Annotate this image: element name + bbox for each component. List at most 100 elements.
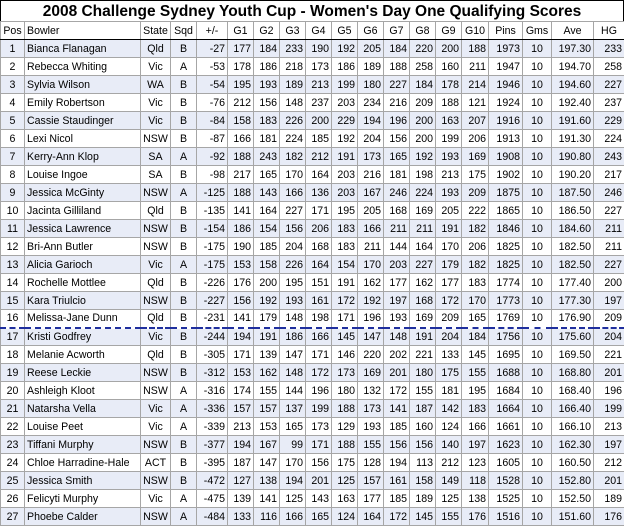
cell-g1: 177: [227, 39, 254, 58]
cell-bowler: Sylvia Wilson: [24, 75, 141, 94]
cell-g2: 157: [253, 399, 280, 418]
cell-pos: 20: [0, 381, 25, 400]
cell-g4: 185: [305, 129, 332, 148]
cell-gms: 10: [522, 147, 552, 166]
cell-g3: 218: [279, 57, 306, 76]
cell-sqd: A: [170, 147, 197, 166]
cell-pos: 9: [0, 183, 25, 202]
cell-g4: 237: [305, 93, 332, 112]
cell-g10: 118: [461, 471, 489, 490]
cell-g9: 170: [435, 237, 462, 256]
cell-bowler: Felicyti Murphy: [24, 489, 141, 508]
cell-gms: 10: [522, 345, 552, 364]
cell-g3: 99: [279, 435, 306, 454]
cell-gms: 10: [522, 39, 552, 58]
cell-g4: 200: [305, 111, 332, 130]
cell-g6: 132: [357, 381, 384, 400]
cell-g9: 213: [435, 165, 462, 184]
cell-hg: 176: [593, 507, 624, 526]
cell-plus-minus: -154: [196, 219, 228, 238]
cell-pins: 1825: [488, 237, 523, 256]
cell-g6: 193: [357, 417, 384, 436]
cell-pins: 1908: [488, 147, 523, 166]
cell-g1: 213: [227, 417, 254, 436]
cell-pos: 5: [0, 111, 25, 130]
cell-g1: 141: [227, 201, 254, 220]
cell-pins: 1623: [488, 435, 523, 454]
cell-pos: 7: [0, 147, 25, 166]
cell-g4: 164: [305, 165, 332, 184]
cell-g4: 161: [305, 291, 332, 310]
cell-sqd: B: [170, 471, 197, 490]
cell-ave: 168.80: [551, 363, 594, 382]
cell-g6: 196: [357, 309, 384, 329]
cell-sqd: B: [170, 165, 197, 184]
cell-g7: 202: [383, 345, 410, 364]
header-g3: G3: [279, 21, 306, 40]
cell-g8: 162: [409, 273, 436, 292]
cell-g5: 183: [331, 237, 358, 256]
cell-g1: 217: [227, 165, 254, 184]
cell-g4: 190: [305, 39, 332, 58]
cell-plus-minus: -475: [196, 489, 228, 508]
cell-g8: 191: [409, 327, 436, 346]
header-g5: G5: [331, 21, 358, 40]
cell-g1: 178: [227, 57, 254, 76]
cell-state: Vic: [140, 399, 171, 418]
cell-g2: 167: [253, 435, 280, 454]
cell-sqd: B: [170, 435, 197, 454]
cell-g5: 195: [331, 201, 358, 220]
table-row: 18 Melanie Acworth Qld B -305 171 139 147 171 146…: [0, 345, 624, 364]
cell-sqd: A: [170, 489, 197, 508]
cell-g9: 125: [435, 489, 462, 508]
cell-gms: 10: [522, 327, 552, 346]
cell-sqd: B: [170, 111, 197, 130]
sheet-title: 2008 Challenge Sydney Youth Cup - Women'…: [0, 0, 624, 21]
table-row: 17 Kristi Godfrey Vic B -244 194 191 186 166 145 1…: [0, 327, 624, 346]
cell-hg: 224: [593, 129, 624, 148]
cell-ave: 182.50: [551, 237, 594, 256]
cell-g2: 243: [253, 147, 280, 166]
cell-g8: 180: [409, 363, 436, 382]
cell-pins: 1605: [488, 453, 523, 472]
cell-g2: 179: [253, 309, 280, 329]
cell-g2: 155: [253, 381, 280, 400]
table-row: 4 Emily Robertson Vic B -76 212 156 148 237 203 23…: [0, 93, 624, 112]
cell-state: SA: [140, 147, 171, 166]
cell-ave: 184.60: [551, 219, 594, 238]
cell-ave: 177.30: [551, 291, 594, 310]
cell-pins: 1688: [488, 363, 523, 382]
cell-g5: 180: [331, 381, 358, 400]
cell-pins: 1916: [488, 111, 523, 130]
cell-g10: 184: [461, 327, 489, 346]
cell-state: NSW: [140, 237, 171, 256]
table-row: 27 Phoebe Calder NSW A -484 133 116 166 165 124 16…: [0, 507, 624, 526]
cell-bowler: Lexi Nicol: [24, 129, 141, 148]
cell-g2: 193: [253, 75, 280, 94]
cell-pos: 12: [0, 237, 25, 256]
cell-g3: 227: [279, 201, 306, 220]
header-pos: Pos: [0, 21, 25, 40]
cell-g7: 246: [383, 183, 410, 202]
table-body: 1 Bianca Flanagan Qld B -27 177 184 233 190 192 20…: [0, 39, 624, 526]
cell-sqd: B: [170, 129, 197, 148]
cell-g8: 200: [409, 129, 436, 148]
cell-g9: 175: [435, 363, 462, 382]
cell-g8: 224: [409, 183, 436, 202]
cell-g7: 172: [383, 381, 410, 400]
cell-plus-minus: -76: [196, 93, 228, 112]
cell-g1: 190: [227, 237, 254, 256]
cell-g10: 138: [461, 489, 489, 508]
cell-g9: 142: [435, 399, 462, 418]
cell-g10: 165: [461, 309, 489, 329]
cell-g6: 194: [357, 111, 384, 130]
cell-g8: 221: [409, 345, 436, 364]
cell-g7: 172: [383, 507, 410, 526]
cell-g7: 201: [383, 363, 410, 382]
cell-ave: 192.40: [551, 93, 594, 112]
cell-g5: 188: [331, 399, 358, 418]
cell-pos: 13: [0, 255, 25, 274]
header-state: State: [140, 21, 171, 40]
cell-g6: 173: [357, 399, 384, 418]
cell-g4: 168: [305, 237, 332, 256]
